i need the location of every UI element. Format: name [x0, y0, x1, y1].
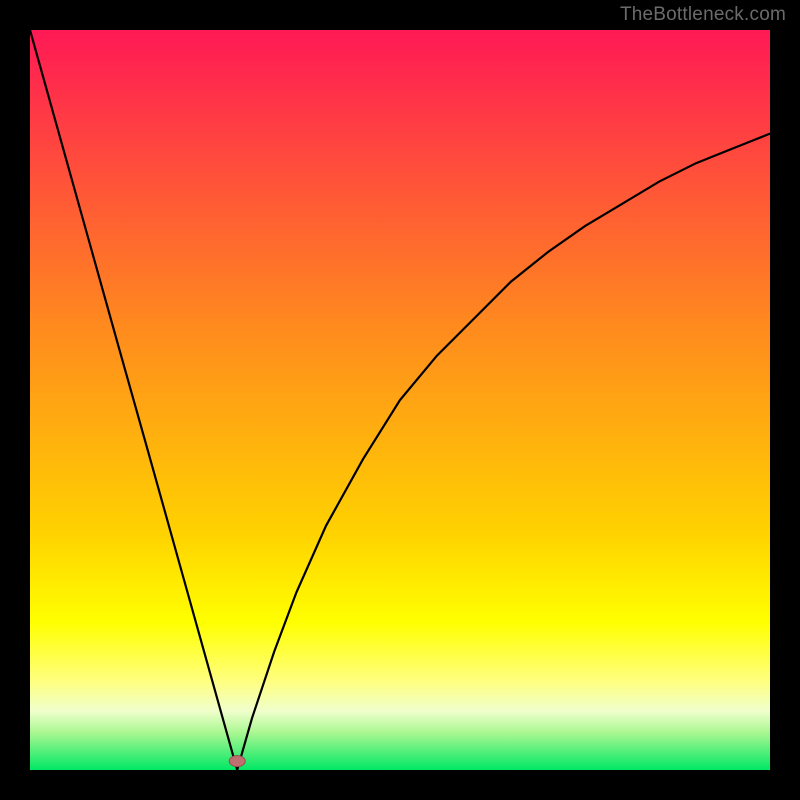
- chart-svg: [30, 30, 770, 770]
- watermark-text: TheBottleneck.com: [620, 4, 786, 26]
- chart-frame: TheBottleneck.com: [0, 0, 800, 800]
- current-config-marker: [229, 756, 245, 767]
- plot-area: [30, 30, 770, 770]
